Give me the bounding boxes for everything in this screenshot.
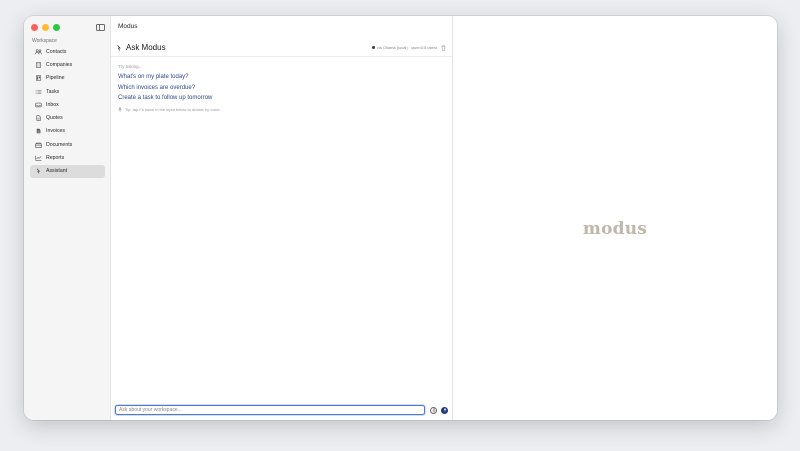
chat-title: Ask Modus [126, 43, 166, 52]
pipeline-icon [35, 75, 42, 81]
inbox-icon [35, 102, 42, 108]
sidebar-toggle-icon[interactable] [96, 24, 105, 31]
chat-input-row [115, 405, 448, 415]
status-dot-icon [371, 46, 375, 49]
assistant-icon [117, 44, 121, 51]
app-window: Workspace Contacts Companies Pipeline Ta… [24, 16, 777, 420]
sidebar-item-label: Reports [46, 155, 65, 162]
try-asking-label: Try asking... [118, 64, 143, 69]
sidebar-item-invoices[interactable]: Invoices [30, 125, 105, 138]
sidebar-item-documents[interactable]: Documents [30, 138, 105, 151]
model-status: via Ollama (local) · qwen3:8 latest [371, 44, 446, 51]
model-status-text: via Ollama (local) · qwen3:8 latest [376, 45, 437, 50]
sidebar-item-quotes[interactable]: Quotes [30, 111, 105, 124]
trash-icon[interactable] [441, 44, 446, 51]
documents-icon [35, 142, 42, 148]
sidebar-section-label: Workspace [32, 38, 57, 44]
sidebar: Workspace Contacts Companies Pipeline Ta… [24, 16, 111, 420]
assistant-icon [35, 168, 42, 174]
send-button[interactable] [441, 406, 448, 414]
companies-icon [35, 62, 42, 68]
sidebar-item-reports[interactable]: Reports [30, 151, 105, 164]
quotes-icon [35, 115, 42, 121]
voice-tip: Tip: tap Fn twice in the input below to … [118, 107, 221, 112]
zoom-window-button[interactable] [53, 24, 60, 31]
sidebar-item-label: Contacts [46, 48, 67, 55]
chat-pane: Modus Ask Modus via Ollama (local) · qwe… [111, 16, 453, 420]
sidebar-item-label: Invoices [46, 128, 66, 135]
chat-input[interactable] [115, 405, 425, 415]
sidebar-item-companies[interactable]: Companies [30, 58, 105, 71]
header-divider [111, 56, 452, 57]
minimize-window-button[interactable] [42, 24, 49, 31]
tasks-icon [35, 89, 42, 95]
reports-icon [35, 155, 42, 161]
close-window-button[interactable] [31, 24, 38, 31]
arrow-up-icon [443, 408, 446, 412]
sidebar-item-label: Quotes [46, 115, 63, 122]
mic-icon [431, 407, 436, 413]
sidebar-item-label: Pipeline [46, 75, 65, 82]
preview-pane: modus [453, 16, 777, 420]
suggestion-item[interactable]: What's on my plate today? [118, 72, 212, 83]
sidebar-item-label: Tasks [46, 88, 60, 95]
sidebar-item-label: Documents [46, 141, 73, 148]
sidebar-nav: Contacts Companies Pipeline Tasks Inbox … [30, 45, 105, 178]
sidebar-item-tasks[interactable]: Tasks [30, 85, 105, 98]
voice-tip-text: Tip: tap Fn twice in the input below to … [125, 107, 221, 112]
suggestion-list: What's on my plate today? Which invoices… [118, 72, 212, 104]
mic-button[interactable] [430, 406, 437, 414]
sidebar-item-label: Companies [46, 61, 73, 68]
invoices-icon [35, 128, 42, 134]
contacts-icon [35, 49, 42, 55]
brand-logo: modus [582, 219, 648, 239]
sidebar-item-inbox[interactable]: Inbox [30, 98, 105, 111]
sidebar-item-assistant[interactable]: Assistant [30, 164, 105, 178]
chat-header: Ask Modus via Ollama (local) · qwen3:8 l… [116, 41, 446, 54]
sidebar-item-label: Assistant [46, 168, 68, 175]
sidebar-item-contacts[interactable]: Contacts [30, 45, 105, 58]
sidebar-item-pipeline[interactable]: Pipeline [30, 72, 105, 85]
suggestion-item[interactable]: Create a task to follow up tomorrow [118, 93, 212, 104]
window-controls [31, 24, 60, 31]
sidebar-item-label: Inbox [46, 101, 59, 108]
app-title: Modus [118, 23, 138, 30]
mic-icon [118, 107, 122, 112]
suggestion-item[interactable]: Which invoices are overdue? [118, 83, 212, 94]
